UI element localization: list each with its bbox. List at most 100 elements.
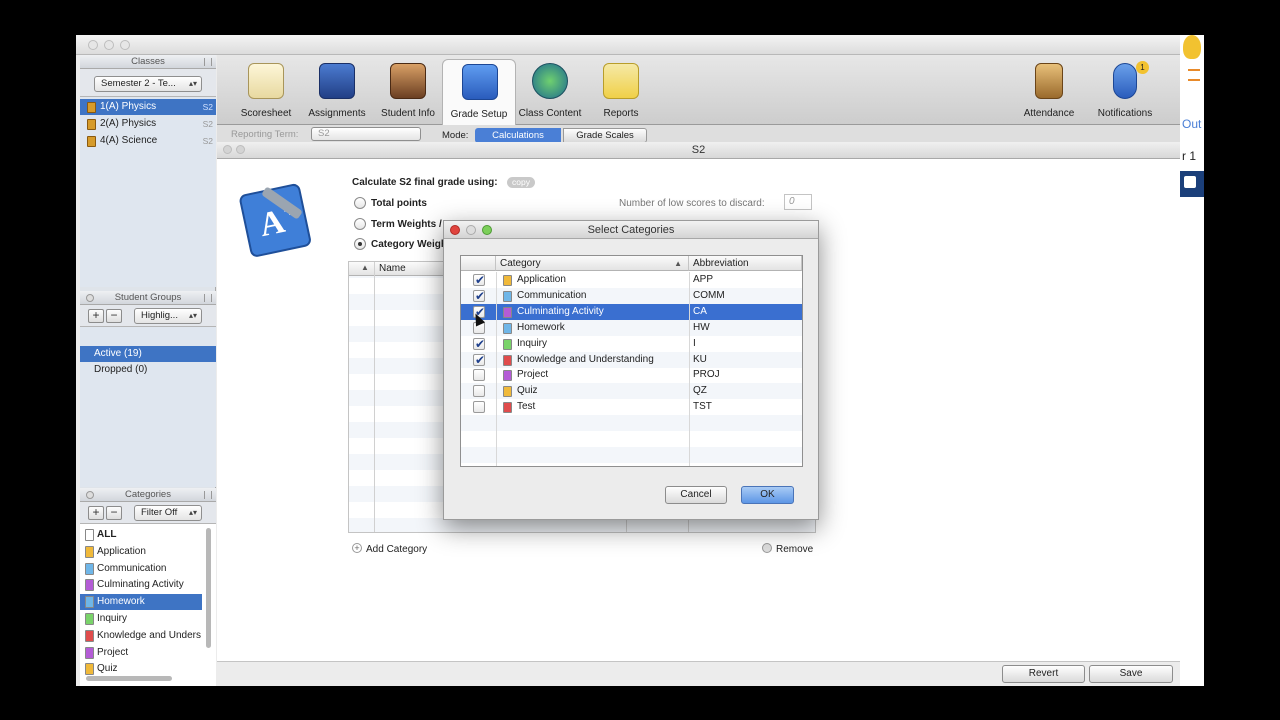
category-checkbox[interactable]: [473, 385, 485, 398]
print-icon[interactable]: [1184, 176, 1196, 188]
term-weights-radio[interactable]: [354, 218, 366, 230]
category-list-item[interactable]: Inquiry: [80, 611, 202, 627]
category-checkbox[interactable]: [473, 369, 485, 382]
category-row[interactable]: Culminating Activity CA: [461, 303, 802, 320]
groups-filter-select[interactable]: Highlig... ▴▾: [134, 308, 202, 324]
dialog-zoom-icon[interactable]: [482, 225, 492, 235]
resize-grip-icon[interactable]: [204, 58, 212, 66]
resize-grip-icon[interactable]: [204, 294, 212, 302]
reporting-term-select[interactable]: S2: [311, 127, 421, 141]
minimize-doc-icon[interactable]: [236, 145, 245, 154]
collapse-icon[interactable]: [86, 491, 94, 499]
resize-grip-icon[interactable]: [204, 491, 212, 499]
minimize-window-button[interactable]: [104, 40, 114, 50]
low-scores-input[interactable]: 0: [784, 194, 812, 210]
toolbar-item-label: Assignments: [308, 108, 366, 119]
log-out-link[interactable]: Out: [1182, 117, 1201, 131]
add-category-icon[interactable]: +: [352, 543, 362, 553]
class-term-label: S2: [202, 102, 213, 112]
category-list-item[interactable]: Application: [80, 544, 202, 560]
remove-group-button[interactable]: −: [106, 309, 122, 323]
categories-hscrollbar[interactable]: [86, 676, 172, 681]
group-list-item[interactable]: Active (19): [80, 346, 216, 362]
category-list-item[interactable]: Communication: [80, 561, 202, 577]
class-list-item[interactable]: 2(A) Physics S2: [80, 116, 216, 132]
check-column-header[interactable]: [461, 256, 496, 271]
category-icon: [503, 338, 512, 350]
abbreviation-column-header[interactable]: Abbreviation: [689, 256, 802, 271]
category-list-item[interactable]: Project: [80, 645, 202, 661]
class-list-item[interactable]: 4(A) Science S2: [80, 133, 216, 149]
category-list-item[interactable]: Culminating Activity: [80, 577, 202, 593]
classes-header: Classes: [80, 55, 216, 69]
toolbar-student-info-button[interactable]: Student Info: [371, 59, 445, 125]
close-window-button[interactable]: [88, 40, 98, 50]
toolbar-class-content-button[interactable]: Class Content: [513, 59, 587, 125]
add-category-sidebar-button[interactable]: +: [88, 506, 104, 520]
class-list-item[interactable]: 1(A) Physics S2: [80, 99, 216, 115]
notifications-icon: [1113, 63, 1137, 99]
chevron-updown-icon: ▴▾: [188, 508, 197, 517]
class-item-label: 4(A) Science: [100, 135, 158, 146]
category-list-item[interactable]: Knowledge and Unders: [80, 628, 202, 644]
toolbar-assignments-button[interactable]: Assignments: [300, 59, 374, 125]
toolbar-reports-button[interactable]: Reports: [584, 59, 658, 125]
zoom-window-button[interactable]: [120, 40, 130, 50]
category-row[interactable]: Project PROJ: [461, 367, 802, 383]
category-name: Quiz: [517, 385, 538, 397]
add-category-button[interactable]: Add Category: [366, 544, 427, 555]
toolbar-grade-setup-button[interactable]: Grade Setup: [442, 59, 516, 125]
category-weights-radio[interactable]: [354, 238, 366, 250]
category-row[interactable]: Knowledge and Understanding KU: [461, 351, 802, 368]
chevron-updown-icon: ▴▾: [188, 79, 197, 88]
toolbar-scoresheet-button[interactable]: Scoresheet: [229, 59, 303, 125]
revert-button[interactable]: Revert: [1002, 665, 1085, 683]
category-row[interactable]: Inquiry I: [461, 336, 802, 352]
menu-icon[interactable]: [1188, 69, 1200, 81]
category-list-item[interactable]: ALL: [80, 527, 202, 543]
close-doc-icon[interactable]: [223, 145, 232, 154]
category-checkbox[interactable]: [473, 288, 485, 304]
category-row[interactable]: Communication COMM: [461, 287, 802, 304]
categories-filter-select[interactable]: Filter Off ▴▾: [134, 505, 202, 521]
toolbar-attendance-button[interactable]: Attendance: [1012, 59, 1086, 125]
name-column-header[interactable]: Name: [379, 263, 406, 274]
categories-toolbar: + − Filter Off ▴▾: [80, 502, 216, 524]
category-row[interactable]: Application APP: [461, 272, 802, 288]
category-icon: [503, 386, 512, 398]
category-row[interactable]: Homework HW: [461, 319, 802, 336]
class-term-label: S2: [202, 119, 213, 129]
category-abbreviation: HW: [693, 321, 710, 333]
remove-category-sidebar-button[interactable]: −: [106, 506, 122, 520]
sort-ascending-icon[interactable]: ▲: [361, 263, 369, 272]
tab-calculations[interactable]: Calculations: [475, 128, 561, 143]
category-row[interactable]: Quiz QZ: [461, 383, 802, 400]
remove-category-icon[interactable]: [762, 543, 772, 553]
category-checkbox[interactable]: [473, 352, 485, 368]
sidebar: Classes Semester 2 - Te... ▴▾ 1(A) Physi…: [80, 55, 216, 686]
category-row[interactable]: Test TST: [461, 399, 802, 415]
category-checkbox[interactable]: [473, 401, 485, 414]
copy-button[interactable]: copy: [507, 177, 535, 188]
cancel-button[interactable]: Cancel: [665, 486, 727, 504]
category-list-item[interactable]: Quiz: [80, 661, 202, 677]
collapse-icon[interactable]: [86, 294, 94, 302]
term-select[interactable]: Semester 2 - Te... ▴▾: [94, 76, 202, 92]
save-button[interactable]: Save: [1089, 665, 1173, 683]
dialog-close-icon[interactable]: [450, 225, 460, 235]
remove-category-button[interactable]: Remove: [776, 544, 813, 555]
add-group-button[interactable]: +: [88, 309, 104, 323]
category-item-label: Culminating Activity: [97, 579, 184, 591]
categories-scrollbar[interactable]: [206, 528, 211, 648]
term-weights-label: Term Weights /: [371, 219, 442, 230]
category-list-item[interactable]: Homework: [80, 594, 202, 611]
category-column-header[interactable]: Category ▲: [496, 256, 689, 271]
category-item-label: Homework: [97, 596, 145, 608]
ok-button[interactable]: OK: [741, 486, 794, 504]
tab-grade-scales[interactable]: Grade Scales: [563, 128, 647, 143]
category-checkbox[interactable]: [473, 336, 485, 352]
toolbar-notifications-button[interactable]: 1 Notifications: [1088, 59, 1162, 125]
category-checkbox[interactable]: [473, 272, 485, 288]
group-list-item[interactable]: Dropped (0): [80, 362, 216, 378]
total-points-radio[interactable]: [354, 197, 366, 209]
